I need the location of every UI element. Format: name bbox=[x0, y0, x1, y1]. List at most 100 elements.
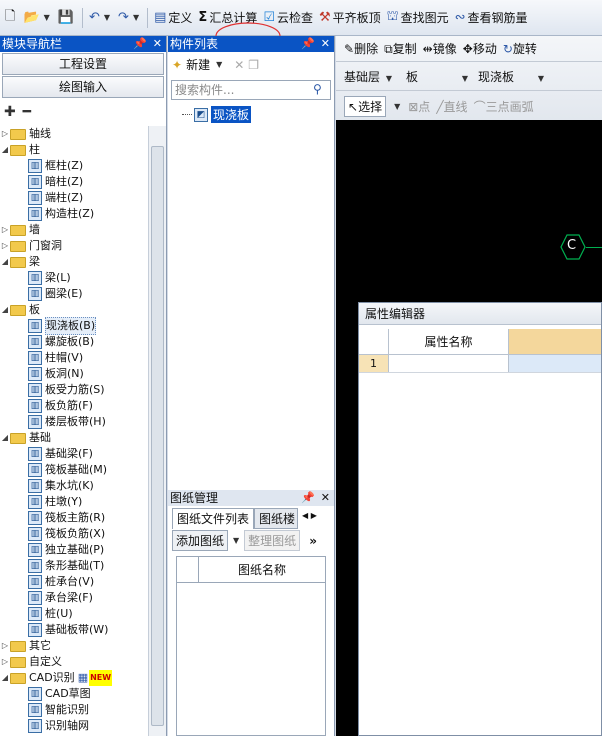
add-drawing-button[interactable]: 添加图纸 bbox=[172, 530, 229, 551]
chevron-down-icon[interactable]: ▼ bbox=[233, 536, 239, 545]
nav-item[interactable]: ▥ 楼层板带(H) bbox=[0, 414, 148, 430]
chevron-down-icon[interactable]: ▼ bbox=[216, 60, 222, 69]
nav-group[interactable]: ◢ 柱 bbox=[0, 142, 148, 158]
nav-item[interactable]: ▥ 现浇板(B) bbox=[0, 317, 148, 335]
nav-group[interactable]: ▷ 自定义 bbox=[0, 654, 148, 670]
find-element-button[interactable]: ⛫ 查找图元 bbox=[384, 6, 452, 30]
property-value-cell[interactable] bbox=[509, 355, 601, 372]
close-icon[interactable]: ✕ bbox=[321, 490, 330, 506]
open-button[interactable]: 📂 ▼ bbox=[20, 6, 54, 30]
expand-all-icon[interactable]: ✚ bbox=[4, 104, 16, 120]
more-icon[interactable]: » bbox=[309, 534, 317, 548]
nav-item[interactable]: ▥ 基础梁(F) bbox=[0, 446, 148, 462]
nav-item[interactable]: ▥ 板受力筋(S) bbox=[0, 382, 148, 398]
property-row[interactable]: 1 bbox=[359, 355, 601, 373]
expand-arrow-icon[interactable]: ◢ bbox=[0, 670, 10, 686]
nav-item[interactable]: ▥ 螺旋板(B) bbox=[0, 334, 148, 350]
nav-item[interactable]: ▥ 筏板主筋(R) bbox=[0, 510, 148, 526]
chevron-down-icon[interactable]: ▼ bbox=[104, 13, 110, 22]
copy-button[interactable]: ⧉复制 bbox=[384, 40, 417, 57]
drawing-input-button[interactable]: 绘图输入 bbox=[2, 76, 164, 98]
close-icon[interactable]: ✕ bbox=[321, 36, 330, 52]
nav-item[interactable]: ▥ 板负筋(F) bbox=[0, 398, 148, 414]
nav-item[interactable]: ▥ 板洞(N) bbox=[0, 366, 148, 382]
component-search-input[interactable]: 搜索构件... bbox=[171, 80, 331, 100]
point-button[interactable]: ⊠点 bbox=[408, 98, 430, 115]
floor-select[interactable]: 基础层 ▼ bbox=[344, 68, 402, 85]
expand-arrow-icon[interactable]: ◢ bbox=[0, 302, 10, 318]
nav-item[interactable]: ▥ 构造柱(Z) bbox=[0, 206, 148, 222]
select-button[interactable]: ↖选择 bbox=[344, 95, 387, 117]
tab-drawing-floor[interactable]: 图纸楼 bbox=[254, 508, 299, 529]
scroll-thumb[interactable] bbox=[151, 146, 164, 726]
nav-item[interactable]: ▥ 筏板基础(M) bbox=[0, 462, 148, 478]
close-icon[interactable]: ✕ bbox=[153, 36, 162, 52]
nav-item[interactable]: ▥ 集水坑(K) bbox=[0, 478, 148, 494]
nav-group[interactable]: ▷ 其它 bbox=[0, 638, 148, 654]
undo-button[interactable]: ↶ ▼ bbox=[86, 6, 115, 30]
expand-arrow-icon[interactable]: ◢ bbox=[0, 142, 10, 158]
nav-item[interactable]: ▥ CAD草图 bbox=[0, 686, 148, 702]
type-select[interactable]: 现浇板 ▼ bbox=[478, 68, 554, 85]
nav-item[interactable]: ▥ 梁(L) bbox=[0, 270, 148, 286]
nav-group[interactable]: ◢ 基础 bbox=[0, 430, 148, 446]
nav-scrollbar[interactable] bbox=[148, 126, 166, 736]
pin-icon[interactable]: 📌 bbox=[301, 36, 315, 52]
property-name-cell[interactable] bbox=[389, 355, 509, 372]
nav-item[interactable]: ▥ 独立基础(P) bbox=[0, 542, 148, 558]
nav-group[interactable]: ▷ 轴线 bbox=[0, 126, 148, 142]
nav-item[interactable]: ▥ 暗柱(Z) bbox=[0, 174, 148, 190]
mirror-button[interactable]: ⇹镜像 bbox=[423, 40, 457, 57]
pin-icon[interactable]: 📌 bbox=[301, 490, 315, 506]
nav-item[interactable]: ▥ 基础板带(W) bbox=[0, 622, 148, 638]
nav-item[interactable]: ▥ 桩承台(V) bbox=[0, 574, 148, 590]
level-slab-button[interactable]: ⚒ 平齐板顶 bbox=[316, 6, 384, 30]
nav-item[interactable]: ▥ 柱帽(V) bbox=[0, 350, 148, 366]
delete-button[interactable]: ✎删除 bbox=[344, 40, 378, 57]
expand-arrow-icon[interactable]: ◢ bbox=[0, 430, 10, 446]
pin-icon[interactable]: 📌 bbox=[133, 36, 147, 52]
nav-group[interactable]: ◢ 梁 bbox=[0, 254, 148, 270]
axis-marker[interactable]: C bbox=[560, 234, 586, 260]
organize-drawing-button[interactable]: 整理图纸 bbox=[244, 530, 301, 551]
collapse-arrow-icon[interactable]: ▷ bbox=[0, 638, 10, 654]
delete-icon[interactable]: ✕ bbox=[234, 58, 244, 72]
project-settings-button[interactable]: 工程设置 bbox=[2, 53, 164, 75]
move-button[interactable]: ✥移动 bbox=[463, 40, 497, 57]
category-select[interactable]: 板 ▼ bbox=[406, 68, 474, 85]
nav-item[interactable]: ▥ 承台梁(F) bbox=[0, 590, 148, 606]
view-rebar-button[interactable]: ∾ 查看钢筋量 bbox=[452, 6, 531, 30]
new-component-button[interactable]: 新建 bbox=[186, 56, 210, 73]
chevron-down-icon[interactable]: ▼ bbox=[394, 102, 400, 111]
collapse-arrow-icon[interactable]: ▷ bbox=[0, 222, 10, 238]
nav-group[interactable]: ◢ 板 bbox=[0, 302, 148, 318]
component-item[interactable]: ◩ 现浇板 bbox=[182, 106, 252, 123]
collapse-all-icon[interactable]: ━ bbox=[23, 104, 31, 120]
nav-item[interactable]: ▥ 柱墩(Y) bbox=[0, 494, 148, 510]
nav-group[interactable]: ▷ 门窗洞 bbox=[0, 238, 148, 254]
copy-icon[interactable]: ❐ bbox=[248, 58, 259, 72]
nav-item[interactable]: ▥ 端柱(Z) bbox=[0, 190, 148, 206]
nav-group[interactable]: ◢ CAD识别 ▦ NEW bbox=[0, 670, 148, 686]
nav-item[interactable]: ▥ 桩(U) bbox=[0, 606, 148, 622]
nav-item[interactable]: ▥ 智能识别 bbox=[0, 702, 148, 718]
redo-button[interactable]: ↷ ▼ bbox=[115, 6, 144, 30]
define-button[interactable]: ▤ 定义 bbox=[151, 6, 195, 30]
nav-item[interactable]: ▥ 识别轴网 bbox=[0, 718, 148, 734]
nav-item[interactable]: ▥ 框柱(Z) bbox=[0, 158, 148, 174]
collapse-arrow-icon[interactable]: ▷ bbox=[0, 126, 10, 142]
collapse-arrow-icon[interactable]: ▷ bbox=[0, 238, 10, 254]
nav-item[interactable]: ▥ 圈梁(E) bbox=[0, 286, 148, 302]
nav-item[interactable]: ▥ 条形基础(T) bbox=[0, 558, 148, 574]
nav-group[interactable]: ▷ 墙 bbox=[0, 222, 148, 238]
tab-drawing-files[interactable]: 图纸文件列表 bbox=[172, 508, 255, 529]
arc-button[interactable]: ⌒三点画弧 bbox=[474, 98, 534, 115]
tab-scroll-arrows[interactable]: ◀ ▶ bbox=[302, 508, 317, 529]
rotate-button[interactable]: ↻旋转 bbox=[503, 40, 537, 57]
chevron-down-icon[interactable]: ▼ bbox=[44, 13, 50, 22]
search-icon[interactable]: ⚲ bbox=[313, 82, 322, 96]
save-button[interactable]: 💾 bbox=[55, 6, 79, 30]
chevron-down-icon[interactable]: ▼ bbox=[133, 13, 139, 22]
expand-arrow-icon[interactable]: ◢ bbox=[0, 254, 10, 270]
nav-item[interactable]: ▥ 筏板负筋(X) bbox=[0, 526, 148, 542]
